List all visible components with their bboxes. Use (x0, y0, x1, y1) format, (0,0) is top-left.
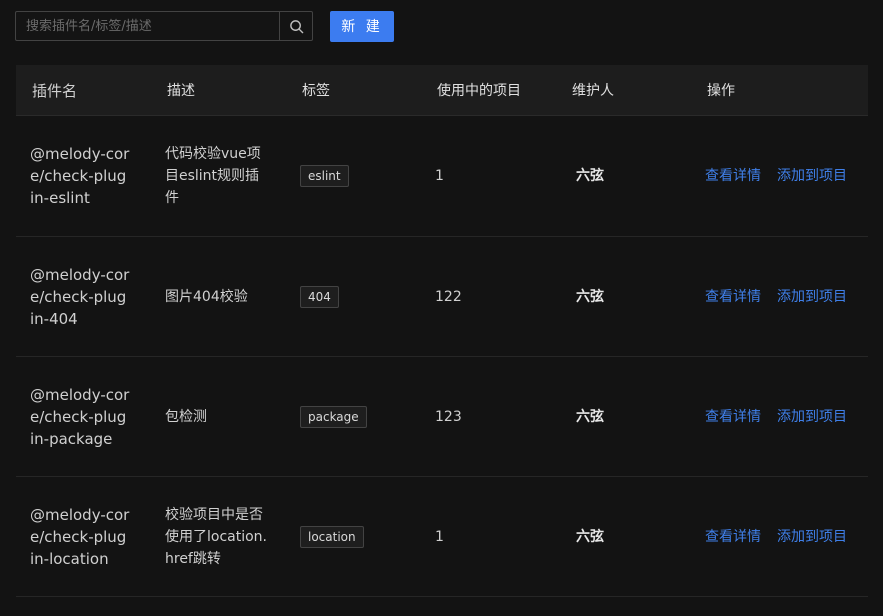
toolbar: 新 建 (15, 10, 394, 42)
table-row: @melody-core/check-plugin-404 图片404校验 40… (16, 237, 868, 357)
add-to-project-link[interactable]: 添加到项目 (777, 168, 847, 184)
table-row: @melody-core/check-plugin-package 包检测 pa… (16, 357, 868, 477)
column-header-projects: 使用中的项目 (437, 83, 521, 99)
plugin-tag: location (300, 525, 364, 548)
maintainer: 六弦 (576, 528, 604, 545)
plugin-name: @melody-core/check-plugin-404 (30, 265, 130, 328)
search-icon (289, 19, 303, 33)
plugin-name: @melody-core/check-plugin-location (30, 505, 130, 568)
plugin-name: @melody-core/check-plugin-eslint (30, 145, 130, 207)
project-count: 123 (435, 408, 462, 425)
search-button[interactable] (279, 12, 312, 40)
plugin-desc: 包检测 (165, 408, 207, 425)
maintainer: 六弦 (576, 408, 604, 425)
add-to-project-link[interactable]: 添加到项目 (777, 409, 847, 425)
table-row: @melody-core/check-plugin-location 校验项目中… (16, 477, 868, 597)
maintainer: 六弦 (576, 168, 604, 184)
plugin-tag: eslint (300, 165, 349, 187)
table-row: @melody-core/check-plugin-eslint 代码校验vue… (16, 116, 868, 237)
search-box (15, 11, 313, 41)
plugin-tag: 404 (300, 285, 339, 308)
column-header-name: 插件名 (32, 81, 78, 100)
plugin-desc: 代码校验vue项目eslint规则插件 (165, 146, 261, 206)
search-input[interactable] (16, 12, 279, 40)
project-count: 122 (435, 288, 462, 305)
plugin-tag: package (300, 405, 367, 428)
project-count: 1 (435, 168, 444, 184)
add-to-project-link[interactable]: 添加到项目 (777, 529, 847, 545)
plugin-table: 插件名 描述 标签 使用中的项目 维护人 操作 @melody-core/che… (16, 65, 868, 597)
view-details-link[interactable]: 查看详情 (705, 168, 761, 184)
column-header-tag: 标签 (302, 83, 330, 99)
view-details-link[interactable]: 查看详情 (705, 529, 761, 545)
add-to-project-link[interactable]: 添加到项目 (777, 289, 847, 305)
plugin-desc: 图片404校验 (165, 288, 248, 305)
new-button[interactable]: 新 建 (330, 10, 394, 42)
column-header-maintainer: 维护人 (572, 83, 614, 99)
column-header-desc: 描述 (167, 83, 195, 99)
view-details-link[interactable]: 查看详情 (705, 409, 761, 425)
plugin-desc: 校验项目中是否使用了location.href跳转 (165, 506, 267, 567)
project-count: 1 (435, 528, 444, 545)
plugin-name: @melody-core/check-plugin-package (30, 385, 130, 448)
view-details-link[interactable]: 查看详情 (705, 289, 761, 305)
maintainer: 六弦 (576, 288, 604, 305)
table-header: 插件名 描述 标签 使用中的项目 维护人 操作 (16, 65, 868, 116)
column-header-actions: 操作 (707, 83, 735, 99)
